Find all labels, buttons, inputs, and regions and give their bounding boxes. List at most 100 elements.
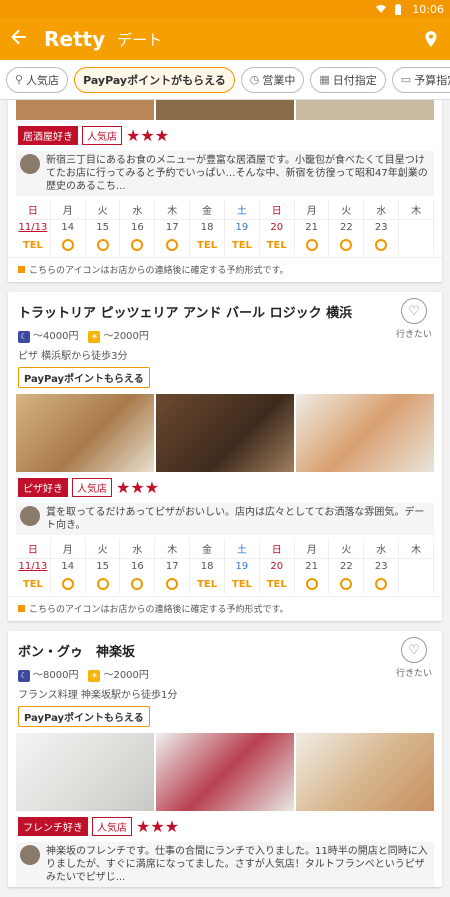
lunch-sun-icon: ☀ — [88, 331, 101, 343]
restaurant-name[interactable]: トラットリア ピッツェリア アンド バール ロジック 横浜 — [8, 292, 442, 321]
slot-tel[interactable]: TEL — [16, 574, 51, 594]
date: 22 — [329, 219, 365, 235]
photo-strip[interactable] — [16, 394, 434, 472]
restaurant-feed[interactable]: 居酒屋好き 人気店 ★★★ 新宿三丁目にあるお食のメニューが豊富な居酒屋です。小… — [0, 100, 450, 897]
slot-available[interactable] — [51, 235, 86, 255]
filter-chip-date[interactable]: ▦ 日付指定 — [310, 66, 386, 93]
slot-available[interactable] — [364, 574, 400, 594]
status-time: 10:06 — [412, 2, 444, 16]
dinner-moon-icon: ☾ — [18, 331, 30, 343]
date: 16 — [120, 219, 156, 235]
wifi-icon — [376, 4, 387, 14]
slot-available[interactable] — [120, 235, 156, 255]
review-snippet[interactable]: 賞を取ってるだけあってピザがおいしい。店内は広々としててお洒落な雰囲気。デート向… — [16, 503, 434, 535]
genre-tag: フレンチ好き — [18, 817, 88, 836]
dinner-price: ～8000円 — [33, 670, 79, 681]
dow: 日 — [260, 539, 295, 558]
dow: 木 — [155, 539, 191, 558]
price-row: ☾ ～4000円 ☀ ～2000円 — [8, 321, 442, 343]
location-pin-icon[interactable] — [422, 30, 440, 48]
date: 15 — [85, 219, 121, 235]
popular-tag: 人気店 — [82, 126, 122, 145]
slot-available[interactable] — [329, 574, 365, 594]
review-snippet[interactable]: 新宿三丁目にあるお食のメニューが豊富な居酒屋です。小籠包が食べたくて目星つけてた… — [16, 151, 434, 196]
app-bar: Retty デート — [0, 18, 450, 60]
avatar — [20, 506, 40, 526]
photo-strip[interactable] — [16, 733, 434, 811]
back-arrow-icon[interactable] — [10, 27, 38, 52]
want-to-go-button[interactable]: ♡ 行きたい — [396, 637, 432, 679]
date — [399, 558, 434, 574]
food-photo — [296, 733, 434, 811]
slot-tel[interactable]: TEL — [16, 235, 51, 255]
slot-tel[interactable]: TEL — [260, 574, 295, 594]
filter-chip-budget[interactable]: ▭ 予算指定 — [391, 66, 450, 93]
rating-stars: ★★★ — [136, 816, 180, 836]
date: 22 — [329, 558, 365, 574]
review-text: 新宿三丁目にあるお食のメニューが豊富な居酒屋です。小籠包が食べたくて目星つけてた… — [46, 155, 428, 192]
slot-available[interactable] — [364, 235, 400, 255]
slot-tel[interactable]: TEL — [225, 235, 260, 255]
food-photo — [156, 100, 294, 120]
genre-tag: 居酒屋好き — [18, 126, 78, 145]
clock-icon: ◷ — [249, 73, 260, 86]
date: 14 — [50, 558, 86, 574]
dow: 日 — [16, 200, 51, 219]
dow: 木 — [399, 539, 434, 558]
dow: 水 — [120, 200, 156, 219]
date: 18 — [190, 558, 225, 574]
food-photo — [296, 100, 434, 120]
dow: 水 — [364, 539, 400, 558]
date: 19 — [224, 558, 260, 574]
slot-available[interactable] — [86, 235, 121, 255]
date: 14 — [50, 219, 86, 235]
slot-available[interactable] — [86, 574, 121, 594]
legend-square-icon — [18, 266, 25, 273]
dow: 火 — [86, 200, 121, 219]
slot-tel[interactable]: TEL — [190, 574, 225, 594]
dow: 月 — [51, 200, 86, 219]
slot-tel[interactable]: TEL — [260, 235, 295, 255]
date: 16 — [120, 558, 156, 574]
slot-tel[interactable]: TEL — [190, 235, 225, 255]
date: 20 — [259, 219, 295, 235]
filter-chip-open-now[interactable]: ◷ 営業中 — [240, 66, 305, 93]
popular-tag: 人気店 — [72, 478, 112, 497]
slot-available[interactable] — [295, 235, 330, 255]
avatar — [20, 154, 40, 174]
slot-available[interactable] — [329, 235, 365, 255]
dow: 土 — [225, 539, 260, 558]
food-photo — [16, 394, 154, 472]
restaurant-name[interactable]: ボン・グゥ 神楽坂 — [8, 631, 442, 660]
dow: 木 — [399, 200, 434, 219]
want-to-go-button[interactable]: ♡ 行きたい — [396, 298, 432, 340]
cutlery-icon: ⚲ — [15, 73, 24, 86]
restaurant-card[interactable]: ボン・グゥ 神楽坂 ♡ 行きたい ☾ ～8000円 ☀ ～2000円 フランス料理 … — [8, 631, 442, 887]
slot-tel[interactable]: TEL — [225, 574, 260, 594]
date: 21 — [294, 219, 330, 235]
review-snippet[interactable]: 神楽坂のフレンチです。仕事の合間にランチで入りました。11時半の開店と同時に入り… — [16, 842, 434, 887]
reservation-calendar: 日 月 火 水 木 金 土 日 月 火 水 木 11/13 14 15 16 1… — [16, 539, 434, 594]
calendar-note: こちらのアイコンはお店からの連絡後に確定する予約形式です。 — [8, 596, 442, 621]
date: 11/13 — [16, 558, 51, 574]
slot-available[interactable] — [155, 235, 191, 255]
reservation-calendar: 日 月 火 水 木 金 土 日 月 火 水 木 11/13 14 15 16 1… — [16, 200, 434, 255]
filter-chip-popular[interactable]: ⚲ 人気店 — [6, 66, 69, 93]
filter-chip-paypay[interactable]: PayPayポイントがもらえる — [74, 66, 235, 93]
slot-available[interactable] — [120, 574, 156, 594]
dow: 水 — [364, 200, 400, 219]
genre-tag: ピザ好き — [18, 478, 68, 497]
slot-available[interactable] — [295, 574, 330, 594]
tag-row: ピザ好き 人気店 ★★★ — [8, 472, 442, 501]
status-bar: 10:06 — [0, 0, 450, 18]
rating-stars: ★★★ — [116, 477, 160, 497]
heart-icon: ♡ — [400, 298, 427, 324]
tag-row: 居酒屋好き 人気店 ★★★ — [8, 120, 442, 149]
slot-available[interactable] — [155, 574, 191, 594]
interior-photo — [16, 733, 154, 811]
restaurant-card[interactable]: 居酒屋好き 人気店 ★★★ 新宿三丁目にあるお食のメニューが豊富な居酒屋です。小… — [8, 100, 442, 282]
wallet-icon: ▭ — [400, 73, 412, 86]
slot-available[interactable] — [51, 574, 86, 594]
restaurant-card[interactable]: トラットリア ピッツェリア アンド バール ロジック 横浜 ♡ 行きたい ☾ ～4… — [8, 292, 442, 621]
dow: 火 — [86, 539, 121, 558]
